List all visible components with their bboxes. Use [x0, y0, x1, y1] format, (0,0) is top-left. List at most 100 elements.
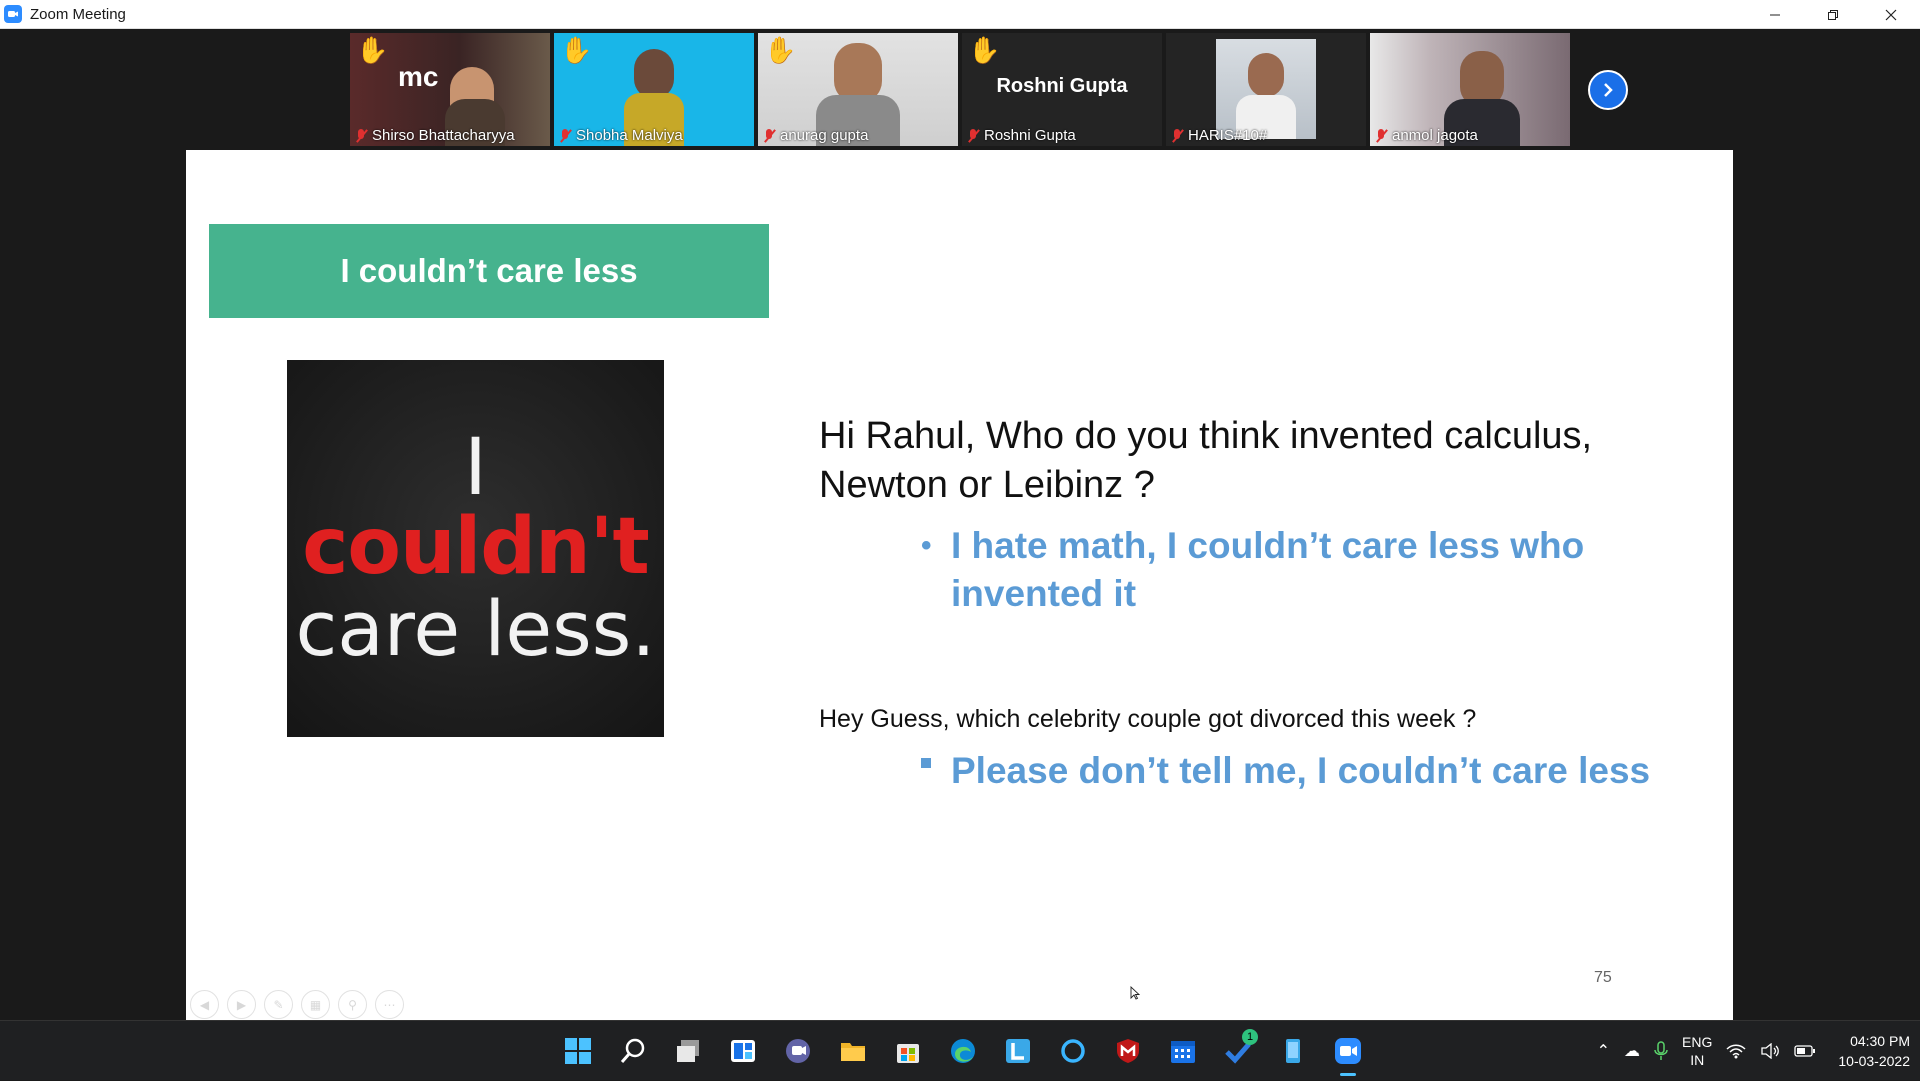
previous-slide-button[interactable]: ◀: [190, 990, 219, 1019]
search-icon: [620, 1038, 645, 1063]
bullet-dot-icon: •: [921, 529, 932, 562]
letter-l-icon: [1006, 1039, 1030, 1063]
restore-icon: [1828, 9, 1838, 20]
question-2: Hey Guess, which celebrity couple got di…: [819, 705, 1477, 733]
slide-title: I couldn’t care less: [209, 224, 769, 318]
more-options-button[interactable]: ⋯: [375, 990, 404, 1019]
ellipsis-icon: ⋯: [383, 997, 396, 1012]
task-view-button[interactable]: [666, 1029, 710, 1073]
window-titlebar: Zoom Meeting: [0, 0, 1920, 29]
language-code: ENG: [1682, 1034, 1713, 1050]
participant-name: Roshni Gupta: [984, 127, 1076, 144]
chevron-up-icon[interactable]: ⌃: [1597, 1041, 1610, 1061]
shared-slide: I couldn’t care less I couldn't care les…: [186, 150, 1733, 1020]
mouse-cursor-icon: [1130, 986, 1140, 1000]
muted-mic-icon: [1170, 128, 1184, 144]
slide-image: I couldn't care less.: [287, 360, 664, 737]
next-slide-button[interactable]: ▶: [227, 990, 256, 1019]
muted-mic-icon: [354, 128, 368, 144]
chevron-right-icon: [1604, 83, 1613, 97]
phone-icon: [1286, 1039, 1300, 1063]
raised-hand-icon: ✋: [356, 35, 389, 65]
image-text-line3: care less.: [295, 583, 656, 673]
clock-time: 04:30 PM: [1850, 1033, 1910, 1049]
participant-name: HARIS#10#: [1188, 127, 1268, 144]
region-code: IN: [1690, 1052, 1705, 1068]
image-text-line2: couldn't: [302, 501, 650, 592]
participant-avatar: [1216, 39, 1316, 139]
wifi-icon[interactable]: [1726, 1043, 1746, 1059]
chat-button[interactable]: [776, 1029, 820, 1073]
participant-tile[interactable]: anmol jagota: [1370, 33, 1570, 146]
mcafee-shield-icon: [1117, 1039, 1139, 1063]
minimize-icon: [1770, 14, 1780, 15]
zoom-taskbar-button[interactable]: [1326, 1029, 1370, 1076]
windows-logo-icon: [565, 1038, 591, 1064]
participant-tile[interactable]: Roshni Gupta ✋ Roshni Gupta: [962, 33, 1162, 146]
start-button[interactable]: [556, 1029, 600, 1073]
language-indicator[interactable]: ENG IN: [1682, 1033, 1712, 1069]
answer-2: Please don’t tell me, I couldn’t care le…: [921, 750, 1650, 792]
participant-name: anmol jagota: [1392, 127, 1478, 144]
store-button[interactable]: [886, 1029, 930, 1073]
mcafee-button[interactable]: [1106, 1029, 1150, 1073]
close-button[interactable]: [1862, 0, 1920, 29]
pen-tool-button[interactable]: ✎: [264, 990, 293, 1019]
zoom-app-icon: [4, 5, 22, 23]
microphone-icon[interactable]: [1654, 1041, 1668, 1061]
system-clock[interactable]: 04:30 PM 10-03-2022: [1838, 1031, 1910, 1071]
edge-button[interactable]: [941, 1029, 985, 1073]
participant-name: anurag gupta: [780, 127, 869, 144]
taskbar: 1 ⌃ ☁ ENG IN 04:30 PM 10-03-2022: [0, 1020, 1920, 1080]
muted-mic-icon: [558, 128, 572, 144]
onedrive-cloud-icon[interactable]: ☁: [1624, 1041, 1640, 1061]
file-explorer-button[interactable]: [831, 1029, 875, 1073]
participant-tile[interactable]: mc ✋ Shirso Bhattacharyya: [350, 33, 550, 146]
answer-1-text: I hate math, I couldn’t care less who in…: [951, 525, 1585, 614]
store-icon: [897, 1044, 919, 1063]
participant-name: Shobha Malviya: [576, 127, 683, 144]
logo-text: mc: [398, 61, 439, 92]
minimize-button[interactable]: [1746, 0, 1804, 29]
phone-button[interactable]: [1271, 1029, 1315, 1073]
next-participants-button[interactable]: [1588, 70, 1628, 110]
volume-icon[interactable]: [1760, 1043, 1780, 1059]
image-text-line1: I: [463, 422, 487, 513]
arrow-right-icon: ▶: [236, 997, 247, 1012]
raised-hand-icon: ✋: [560, 35, 593, 65]
system-tray: ⌃ ☁ ENG IN 04:30 PM 10-03-2022: [1597, 1021, 1910, 1081]
zoom-icon: [1335, 1038, 1361, 1064]
muted-mic-icon: [1374, 128, 1388, 144]
search-button[interactable]: [611, 1029, 655, 1073]
folder-icon: [841, 1043, 865, 1061]
answer-1: • I hate math, I couldn’t care less who …: [921, 522, 1681, 618]
meeting-area: mc ✋ Shirso Bhattacharyya ✋ Shobha Malvi…: [0, 29, 1920, 1020]
magnifier-icon: ⚲: [348, 997, 357, 1012]
participant-tile[interactable]: ✋ Shobha Malviya: [554, 33, 754, 146]
arrow-left-icon: ◀: [199, 997, 210, 1012]
answer-2-text: Please don’t tell me, I couldn’t care le…: [951, 750, 1651, 791]
widgets-icon: [731, 1040, 755, 1062]
pen-icon: ✎: [273, 997, 284, 1012]
slideshow-controls: ◀ ▶ ✎ ▦ ⚲ ⋯: [190, 990, 404, 1019]
participant-display-name: Roshni Gupta: [996, 75, 1128, 97]
participant-tile[interactable]: HARIS#10#: [1166, 33, 1366, 146]
todo-button[interactable]: 1: [1216, 1029, 1260, 1073]
see-all-slides-button[interactable]: ▦: [301, 990, 330, 1019]
launcher-l-button[interactable]: [996, 1029, 1040, 1073]
todo-badge: 1: [1242, 1029, 1258, 1045]
calendar-button[interactable]: [1161, 1029, 1205, 1073]
battery-icon[interactable]: [1794, 1044, 1816, 1058]
cortana-button[interactable]: [1051, 1029, 1095, 1073]
restore-button[interactable]: [1804, 0, 1862, 29]
participant-tile[interactable]: ✋ anurag gupta: [758, 33, 958, 146]
zoom-slide-button[interactable]: ⚲: [338, 990, 367, 1019]
slide-page-number: 75: [1594, 969, 1612, 986]
chat-icon: [786, 1039, 810, 1063]
slides-grid-icon: ▦: [309, 997, 322, 1012]
close-icon: [1885, 9, 1897, 20]
widgets-button[interactable]: [721, 1029, 765, 1073]
calendar-icon: [1171, 1041, 1195, 1063]
participant-strip: mc ✋ Shirso Bhattacharyya ✋ Shobha Malvi…: [350, 33, 1570, 146]
muted-mic-icon: [966, 128, 980, 144]
